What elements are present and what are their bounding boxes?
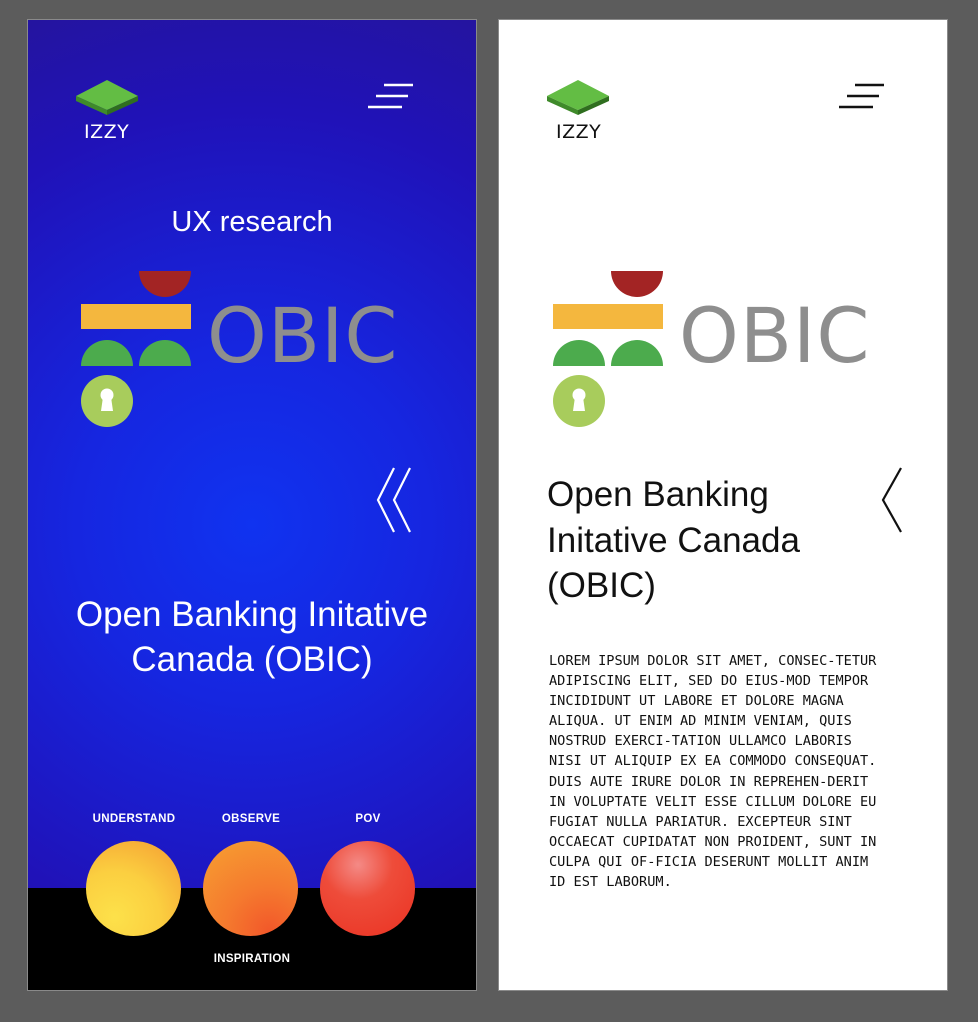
- left-phone-screen: IZZY UX research OBIC Open Banking Inita…: [28, 20, 476, 990]
- pov-circle-button[interactable]: [320, 841, 415, 936]
- double-chevron-left-icon[interactable]: [374, 466, 414, 534]
- stage-label-observe: OBSERVE: [221, 813, 281, 825]
- page-subtitle: UX research: [171, 206, 333, 238]
- obic-logo: OBIC: [553, 271, 870, 427]
- green-isometric-tile-icon[interactable]: [74, 78, 140, 118]
- right-phone-screen: IZZY OBIC Open Banking Initative Canada …: [499, 20, 947, 990]
- inspiration-label: INSPIRATION: [213, 953, 291, 965]
- page-title: Open Banking Initative Canada (OBIC): [547, 475, 800, 605]
- green-isometric-tile-icon[interactable]: [545, 78, 611, 118]
- brand-name: IZZY: [556, 121, 602, 143]
- body-paragraph: LOREM IPSUM DOLOR SIT AMET, CONSEC-TETUR…: [549, 653, 877, 891]
- brand-name: IZZY: [84, 121, 130, 143]
- page-title: Open Banking Initative Canada (OBIC): [75, 595, 429, 679]
- understand-circle-button[interactable]: [86, 841, 181, 936]
- stage-label-pov: POV: [355, 813, 381, 825]
- hamburger-menu-icon[interactable]: [366, 82, 416, 112]
- obic-logo: OBIC: [81, 271, 398, 427]
- obic-wordmark: OBIC: [207, 291, 398, 380]
- hamburger-menu-icon[interactable]: [837, 82, 887, 112]
- obic-wordmark: OBIC: [679, 291, 870, 380]
- observe-circle-button[interactable]: [203, 841, 298, 936]
- stage-label-understand: UNDERSTAND: [92, 813, 176, 825]
